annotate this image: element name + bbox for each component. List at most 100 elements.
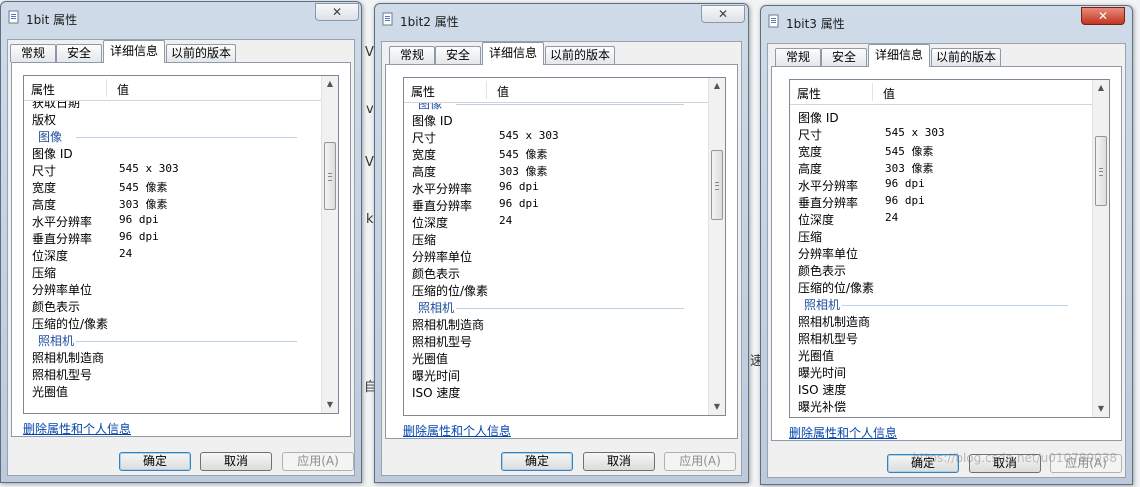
- property-row[interactable]: 分辨率单位: [412, 248, 708, 265]
- property-row[interactable]: 垂直分辨率 96 dpi: [412, 197, 708, 214]
- property-row[interactable]: 图像 ID: [32, 145, 321, 162]
- vertical-scrollbar[interactable]: ▲ ▼: [321, 76, 338, 413]
- property-row[interactable]: 照相机型号: [32, 366, 321, 383]
- property-row[interactable]: 压缩: [798, 228, 1092, 245]
- property-row[interactable]: 曝光时间: [412, 367, 708, 384]
- scroll-thumb[interactable]: [324, 142, 336, 210]
- remove-properties-link[interactable]: 删除属性和个人信息: [789, 424, 897, 441]
- tab-security[interactable]: 安全: [435, 46, 481, 64]
- property-row[interactable]: 照相机型号: [412, 333, 708, 350]
- property-row[interactable]: 照相机制造商: [32, 349, 321, 366]
- property-row[interactable]: 曝光补偿: [798, 398, 1092, 415]
- tab-general[interactable]: 常规: [775, 48, 821, 66]
- close-button[interactable]: ✕: [701, 5, 745, 23]
- property-row[interactable]: 曝光时间: [798, 364, 1092, 381]
- details-list[interactable]: 属性 值 图像 图像 ID 尺寸 545 x 303 宽度 545 像素 高度 303 像素水…: [403, 77, 726, 416]
- scroll-down-arrow-icon[interactable]: ▼: [1093, 401, 1109, 417]
- tab-previous-versions[interactable]: 以前的版本: [931, 48, 1001, 66]
- close-button[interactable]: ✕: [1081, 7, 1125, 25]
- details-list[interactable]: 属性 值 获取日期 版权 图像 图像 ID 尺寸 545 x 303 宽度 545 像素 高度 3…: [23, 75, 339, 414]
- property-row[interactable]: 压缩: [412, 231, 708, 248]
- tab-details[interactable]: 详细信息: [482, 42, 544, 65]
- property-row[interactable]: 分辨率单位: [32, 281, 321, 298]
- column-header-property[interactable]: 属性: [31, 81, 55, 98]
- column-header-value[interactable]: 值: [883, 85, 895, 102]
- property-row[interactable]: 水平分辨率 96 dpi: [412, 180, 708, 197]
- column-header-property[interactable]: 属性: [411, 83, 435, 100]
- property-row[interactable]: 压缩的位/像素: [798, 279, 1092, 296]
- property-row[interactable]: 颜色表示: [412, 265, 708, 282]
- property-row[interactable]: 位深度 24: [412, 214, 708, 231]
- cancel-button[interactable]: 取消: [583, 452, 655, 471]
- tab-security[interactable]: 安全: [821, 48, 867, 66]
- scroll-thumb[interactable]: [711, 150, 723, 220]
- property-row[interactable]: 压缩: [32, 264, 321, 281]
- remove-properties-link[interactable]: 删除属性和个人信息: [23, 420, 131, 437]
- apply-button[interactable]: 应用(A): [282, 452, 354, 471]
- tab-security[interactable]: 安全: [56, 44, 102, 62]
- property-row[interactable]: 光圈值: [798, 347, 1092, 364]
- property-row[interactable]: 高度 303 像素: [32, 196, 321, 213]
- scroll-down-arrow-icon[interactable]: ▼: [709, 399, 725, 415]
- property-row[interactable]: 版权: [32, 111, 321, 128]
- column-divider[interactable]: [106, 79, 107, 97]
- property-row[interactable]: 光圈值: [412, 350, 708, 367]
- tab-details[interactable]: 详细信息: [103, 40, 165, 63]
- scroll-down-arrow-icon[interactable]: ▼: [322, 397, 338, 413]
- column-header-value[interactable]: 值: [117, 81, 129, 98]
- property-row[interactable]: 图像 ID: [412, 112, 708, 129]
- scroll-up-arrow-icon[interactable]: ▲: [322, 76, 338, 92]
- column-header-property[interactable]: 属性: [797, 85, 821, 102]
- property-row[interactable]: 尺寸 545 x 303: [412, 129, 708, 146]
- property-row[interactable]: 位深度 24: [32, 247, 321, 264]
- property-row[interactable]: 照相机制造商: [412, 316, 708, 333]
- ok-button[interactable]: 确定: [119, 452, 191, 471]
- column-divider[interactable]: [486, 81, 487, 99]
- property-row[interactable]: 颜色表示: [798, 262, 1092, 279]
- property-row[interactable]: 位深度 24: [798, 211, 1092, 228]
- details-list[interactable]: 属性 值 图像 ID 尺寸 545 x 303 宽度 545 像素 高度 303 像素 水平分…: [789, 79, 1110, 418]
- remove-properties-link[interactable]: 删除属性和个人信息: [403, 422, 511, 439]
- property-row[interactable]: 颜色表示: [32, 298, 321, 315]
- tab-details[interactable]: 详细信息: [868, 44, 930, 67]
- vertical-scrollbar[interactable]: ▲ ▼: [708, 78, 725, 415]
- tab-previous-versions[interactable]: 以前的版本: [545, 46, 615, 64]
- close-button[interactable]: ✕: [315, 3, 359, 21]
- property-row[interactable]: 宽度 545 像素: [798, 143, 1092, 160]
- property-row[interactable]: 获取日期: [32, 101, 321, 111]
- tab-general[interactable]: 常规: [389, 46, 435, 64]
- property-row[interactable]: 水平分辨率 96 dpi: [798, 177, 1092, 194]
- property-row[interactable]: 宽度 545 像素: [412, 146, 708, 163]
- property-row[interactable]: ISO 速度: [412, 384, 708, 401]
- property-row[interactable]: ISO 速度: [798, 381, 1092, 398]
- title-bar[interactable]: 1bit 属性 ✕: [1, 2, 361, 32]
- property-row[interactable]: 尺寸 545 x 303: [798, 126, 1092, 143]
- property-row[interactable]: 垂直分辨率 96 dpi: [798, 194, 1092, 211]
- scroll-up-arrow-icon[interactable]: ▲: [709, 78, 725, 94]
- ok-button[interactable]: 确定: [501, 452, 573, 471]
- title-bar[interactable]: 1bit3 属性 ✕: [761, 6, 1132, 36]
- vertical-scrollbar[interactable]: ▲ ▼: [1092, 80, 1109, 417]
- tab-general[interactable]: 常规: [10, 44, 56, 62]
- scroll-thumb[interactable]: [1095, 136, 1107, 206]
- property-row[interactable]: 照相机型号: [798, 330, 1092, 347]
- property-row[interactable]: 宽度 545 像素: [32, 179, 321, 196]
- property-row[interactable]: 图像 ID: [798, 109, 1092, 126]
- property-row[interactable]: 照相机制造商: [798, 313, 1092, 330]
- property-row[interactable]: 压缩的位/像素: [32, 315, 321, 332]
- column-header-value[interactable]: 值: [497, 83, 509, 100]
- scroll-up-arrow-icon[interactable]: ▲: [1093, 80, 1109, 96]
- property-row[interactable]: 高度 303 像素: [412, 163, 708, 180]
- apply-button[interactable]: 应用(A): [664, 452, 736, 471]
- title-bar[interactable]: 1bit2 属性 ✕: [375, 4, 748, 34]
- property-row[interactable]: 压缩的位/像素: [412, 282, 708, 299]
- tab-previous-versions[interactable]: 以前的版本: [166, 44, 236, 62]
- property-row[interactable]: 垂直分辨率 96 dpi: [32, 230, 321, 247]
- column-divider[interactable]: [872, 83, 873, 101]
- property-row[interactable]: 高度 303 像素: [798, 160, 1092, 177]
- property-row[interactable]: 水平分辨率 96 dpi: [32, 213, 321, 230]
- property-row[interactable]: 尺寸 545 x 303: [32, 162, 321, 179]
- property-row[interactable]: 分辨率单位: [798, 245, 1092, 262]
- cancel-button[interactable]: 取消: [200, 452, 272, 471]
- property-row[interactable]: 光圈值: [32, 383, 321, 400]
